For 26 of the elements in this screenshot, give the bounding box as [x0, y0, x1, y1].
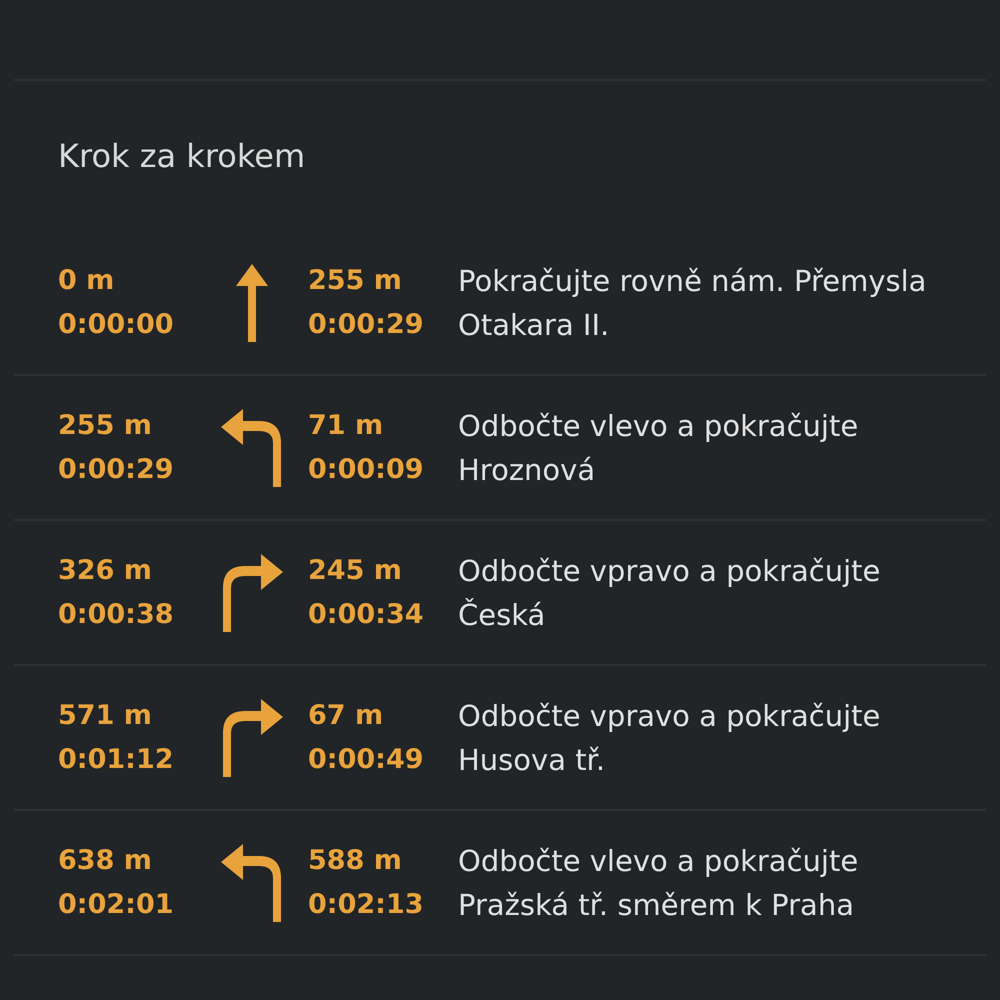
step-distance: 245 m — [308, 554, 402, 588]
cumulative-distance: 255 m — [58, 408, 152, 442]
step-distance: 67 m — [308, 698, 384, 732]
step-time: 0:00:34 — [308, 598, 424, 632]
cumulative-time: 0:00:00 — [58, 308, 174, 342]
step-instruction: Pokračujte rovně nám. Přemysla Otakara II. — [458, 262, 928, 344]
section-title: Krok za krokem — [57, 136, 306, 177]
cumulative-distance: 326 m — [58, 554, 152, 588]
cumulative-distance: 638 m — [58, 844, 152, 878]
step-instruction: Odbočte vlevo a pokračujte Pražská tř. směrem k Praha — [458, 842, 860, 924]
cumulative-time: 0:00:38 — [58, 598, 174, 632]
step-distance: 71 m — [308, 408, 384, 442]
step-time: 0:00:09 — [308, 452, 424, 486]
cumulative-distance: 0 m — [58, 264, 114, 298]
step-distance: 255 m — [308, 264, 402, 298]
step-time: 0:00:29 — [308, 308, 424, 342]
step-distance: 588 m — [308, 844, 402, 878]
cumulative-distance: 571 m — [58, 698, 152, 732]
step-instruction: Odbočte vpravo a pokračujte Česká — [458, 552, 882, 634]
cumulative-time: 0:01:12 — [58, 742, 174, 776]
cumulative-time: 0:02:01 — [58, 888, 174, 922]
step-instruction: Odbočte vlevo a pokračujte Hroznová — [458, 408, 860, 488]
step-instruction: Odbočte vpravo a pokračujte Husova tř. — [458, 698, 882, 778]
step-time: 0:00:49 — [308, 742, 424, 776]
cumulative-time: 0:00:29 — [58, 452, 174, 486]
step-time: 0:02:13 — [308, 888, 424, 922]
